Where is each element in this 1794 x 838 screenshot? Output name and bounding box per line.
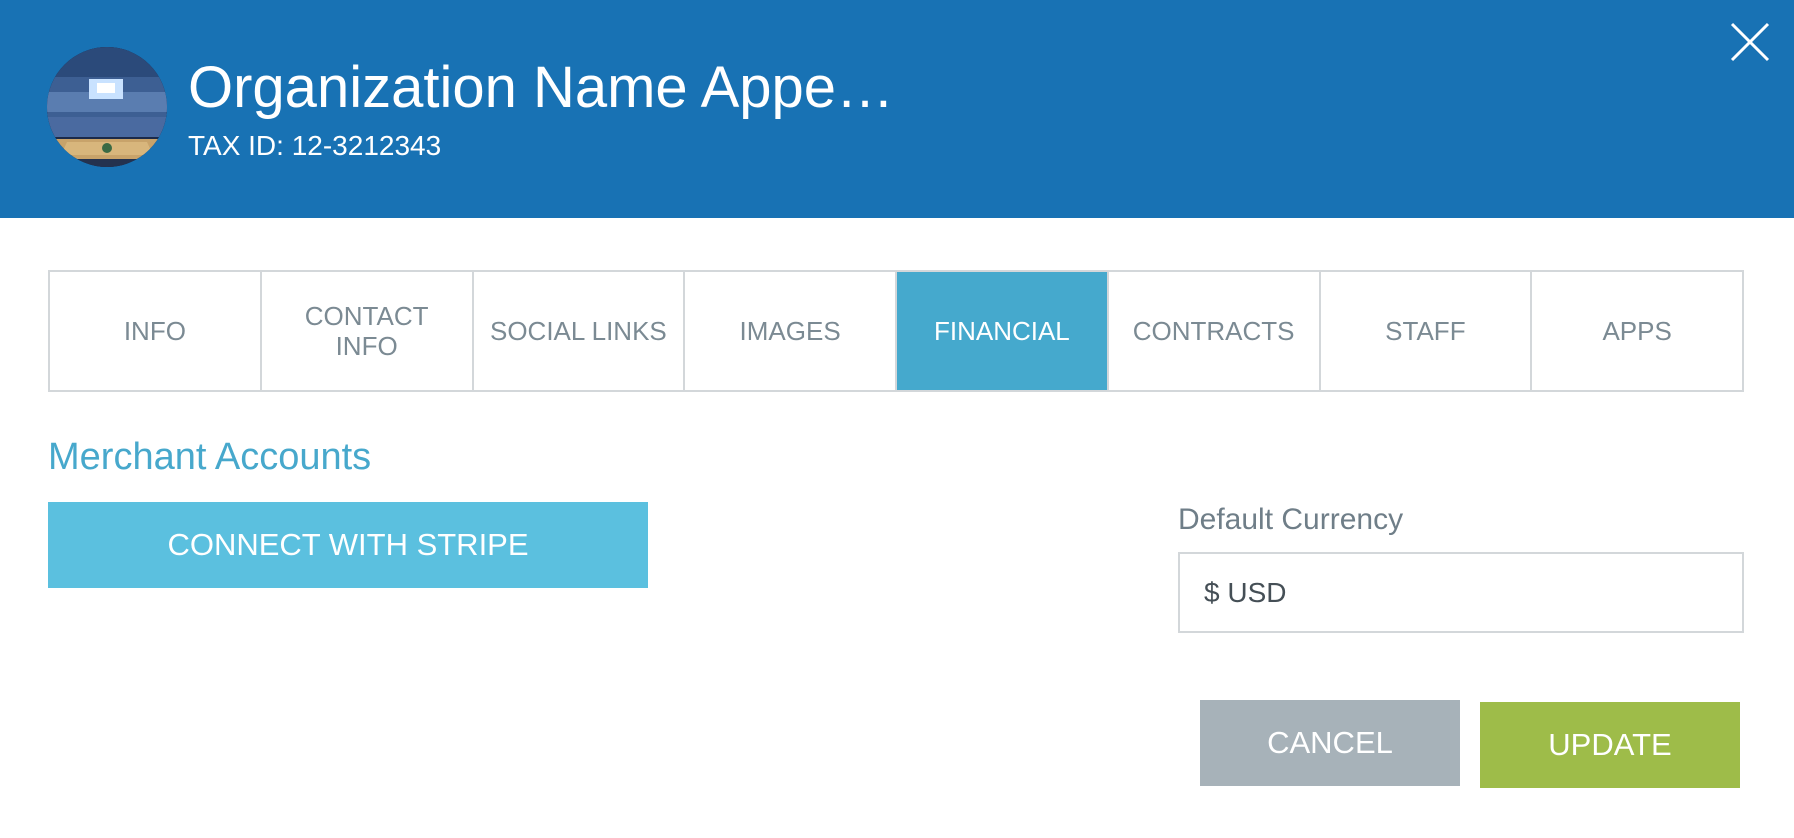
tab-info[interactable]: INFO <box>50 272 262 390</box>
default-currency-label: Default Currency <box>1178 503 1404 536</box>
tab-social-links[interactable]: SOCIAL LINKS <box>474 272 686 390</box>
update-button[interactable]: UPDATE <box>1480 702 1740 788</box>
cancel-button[interactable]: CANCEL <box>1200 700 1460 786</box>
default-currency-value: $ USD <box>1204 576 1287 608</box>
connect-with-stripe-button[interactable]: CONNECT WITH STRIPE <box>48 502 648 588</box>
tab-contact-info[interactable]: CONTACT INFO <box>262 272 474 390</box>
organization-name: Organization Name Appe… <box>188 55 895 120</box>
tab-apps[interactable]: APPS <box>1532 272 1742 390</box>
organization-avatar <box>47 47 167 167</box>
tab-bar: INFO CONTACT INFO SOCIAL LINKS IMAGES FI… <box>48 270 1744 392</box>
close-icon[interactable] <box>1726 18 1774 66</box>
tab-images[interactable]: IMAGES <box>685 272 897 390</box>
tab-contracts[interactable]: CONTRACTS <box>1109 272 1321 390</box>
merchant-accounts-heading: Merchant Accounts <box>48 436 372 478</box>
organization-modal: Organization Name Appe… TAX ID: 12-32123… <box>0 0 1794 838</box>
modal-header: Organization Name Appe… TAX ID: 12-32123… <box>0 0 1794 218</box>
tab-contact-info-label: CONTACT INFO <box>304 301 429 361</box>
tab-financial[interactable]: FINANCIAL <box>897 272 1109 390</box>
default-currency-select[interactable]: $ USD <box>1178 552 1744 633</box>
tax-id: TAX ID: 12-3212343 <box>188 130 442 161</box>
tab-staff[interactable]: STAFF <box>1321 272 1533 390</box>
arena-photo-icon <box>47 47 167 167</box>
